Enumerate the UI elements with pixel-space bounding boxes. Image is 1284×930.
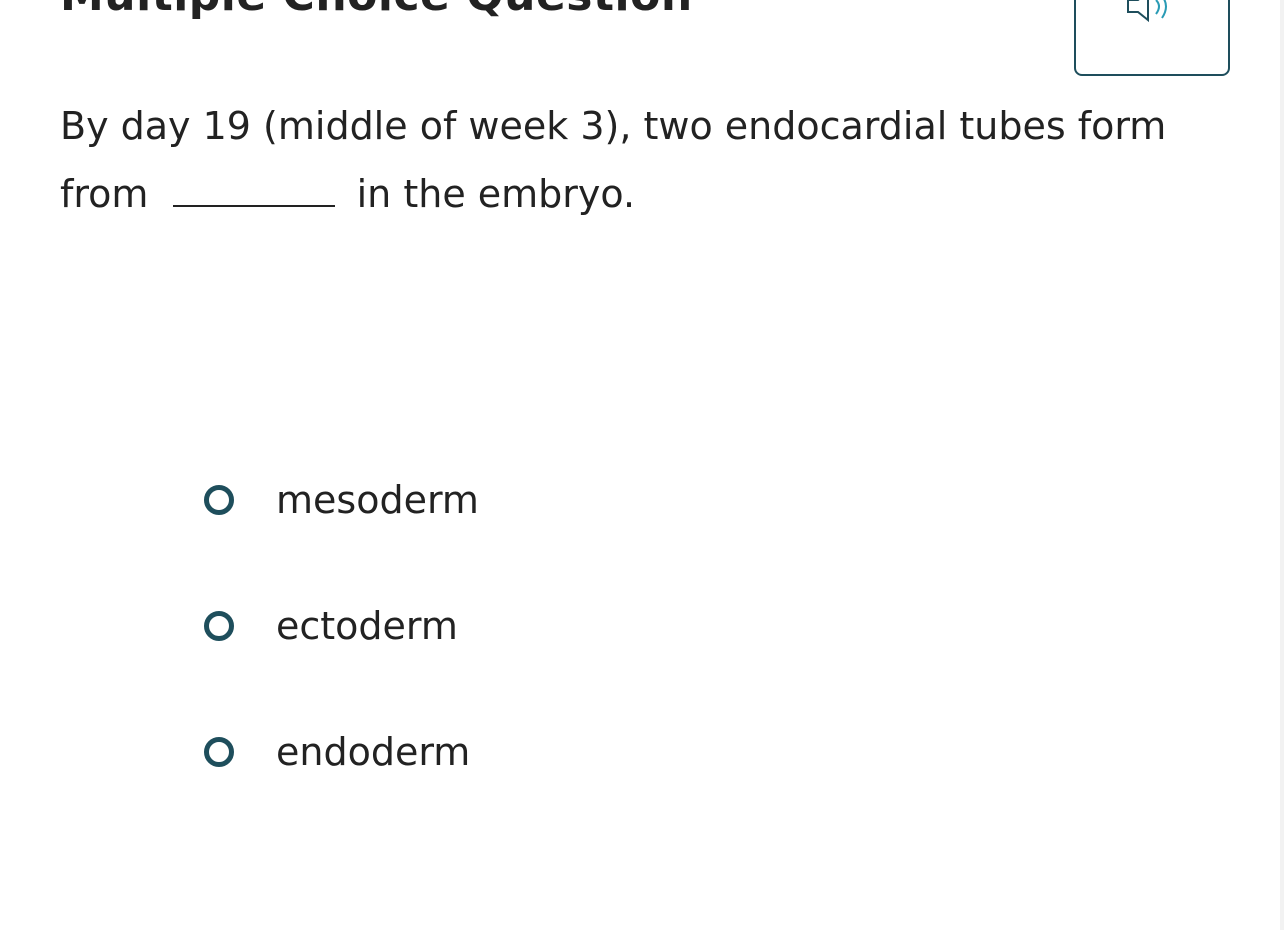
option-endoderm[interactable]: endoderm <box>200 722 479 782</box>
option-ectoderm[interactable]: ectoderm <box>200 596 479 656</box>
question-text-part2: in the embryo. <box>356 172 636 216</box>
read-aloud-button[interactable] <box>1074 0 1230 76</box>
radio-button[interactable] <box>204 611 234 641</box>
radio-button[interactable] <box>204 485 234 515</box>
option-label: ectoderm <box>276 604 458 648</box>
option-mesoderm[interactable]: mesoderm <box>200 470 479 530</box>
option-label: mesoderm <box>276 478 479 522</box>
option-label: endoderm <box>276 730 471 774</box>
answer-options: mesoderm ectoderm endoderm <box>200 470 479 848</box>
question-text: By day 19 (middle of week 3), two endoca… <box>60 92 1200 228</box>
answer-blank <box>172 175 335 207</box>
page-edge <box>1280 0 1284 930</box>
question-page: Multiple Choice Question By day 19 (midd… <box>0 0 1284 930</box>
radio-button[interactable] <box>204 737 234 767</box>
speaker-icon <box>1127 0 1167 23</box>
page-title: Multiple Choice Question <box>60 0 693 21</box>
